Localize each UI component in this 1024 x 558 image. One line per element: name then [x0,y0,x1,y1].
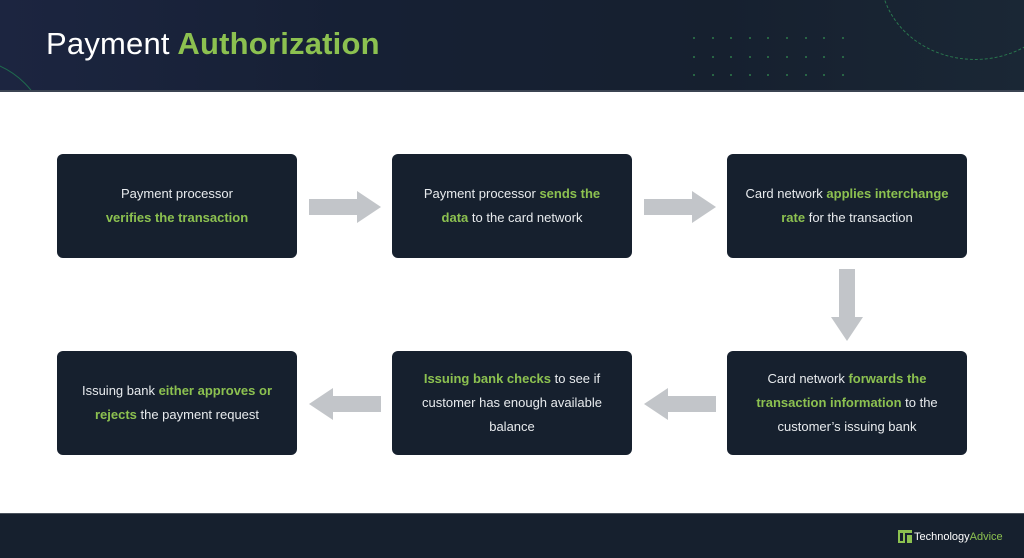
header-divider [0,90,1024,92]
step-text: Card network [767,371,849,386]
brand-logo: TechnologyAdvice [898,530,1003,543]
step-box-1: Payment processor verifies the transacti… [57,154,297,258]
grid-dot [786,74,788,77]
grid-dot [786,37,788,39]
arrow-right-icon [644,191,716,223]
brand-name-part2: Advice [969,530,1003,543]
step-box-4: Card network forwards the transaction in… [727,351,967,455]
step-highlight: verifies the transaction [105,210,249,225]
step-text: Issuing bank [81,383,159,398]
grid-dot [767,74,770,77]
step-box-2: Payment processor sends the data to the … [392,154,632,258]
grid-dot [693,74,695,77]
step-highlight: Issuing bank checks [423,371,552,386]
decorative-dashed-arc [880,0,1024,60]
grid-dot [841,55,844,58]
decorative-arc [0,58,50,91]
step-text: for the transaction [805,210,913,225]
step-text: Payment processor [423,186,540,201]
grid-dot [841,37,844,39]
grid-dot [823,55,826,58]
step-box-5: Issuing bank checks to see if customer h… [392,351,632,455]
step-box-3: Card network applies interchange rate fo… [727,154,967,258]
title-plain: Payment [46,26,170,61]
step-text: Payment processor [120,186,233,201]
grid-dot [711,37,714,39]
grid-dot [730,37,733,39]
grid-dot [767,37,770,39]
grid-dot [693,55,695,58]
step-text: to the card network [468,210,583,225]
step-text: the payment request [136,407,260,422]
brand-name: TechnologyAdvice [914,531,1003,543]
grid-dot [693,37,695,39]
grid-dot [711,55,714,58]
header-banner: Payment Authorization [0,0,1024,91]
title-accent: Authorization [177,26,380,61]
logo-icon [898,530,914,543]
grid-dot [730,74,733,77]
grid-dot [767,55,770,58]
grid-dot [730,55,733,58]
grid-dot [748,74,751,77]
grid-dot [748,37,751,39]
grid-dot [786,55,788,58]
brand-name-part1: Technology [914,530,970,543]
arrow-left-icon [644,388,716,420]
step-text: Card network [745,186,827,201]
grid-dot [841,74,844,77]
arrow-right-icon [309,191,381,223]
grid-dot [804,74,807,77]
grid-dot [748,55,751,58]
grid-dot [823,74,826,77]
grid-dot [823,37,826,39]
arrow-left-icon [309,388,381,420]
arrow-down-icon [831,269,863,341]
page-title: Payment Authorization [46,24,380,64]
footer-banner [0,514,1024,558]
step-box-6: Issuing bank either approves or rejects … [57,351,297,455]
grid-dot [804,37,807,39]
grid-dot [711,74,714,77]
grid-dot [804,55,807,58]
